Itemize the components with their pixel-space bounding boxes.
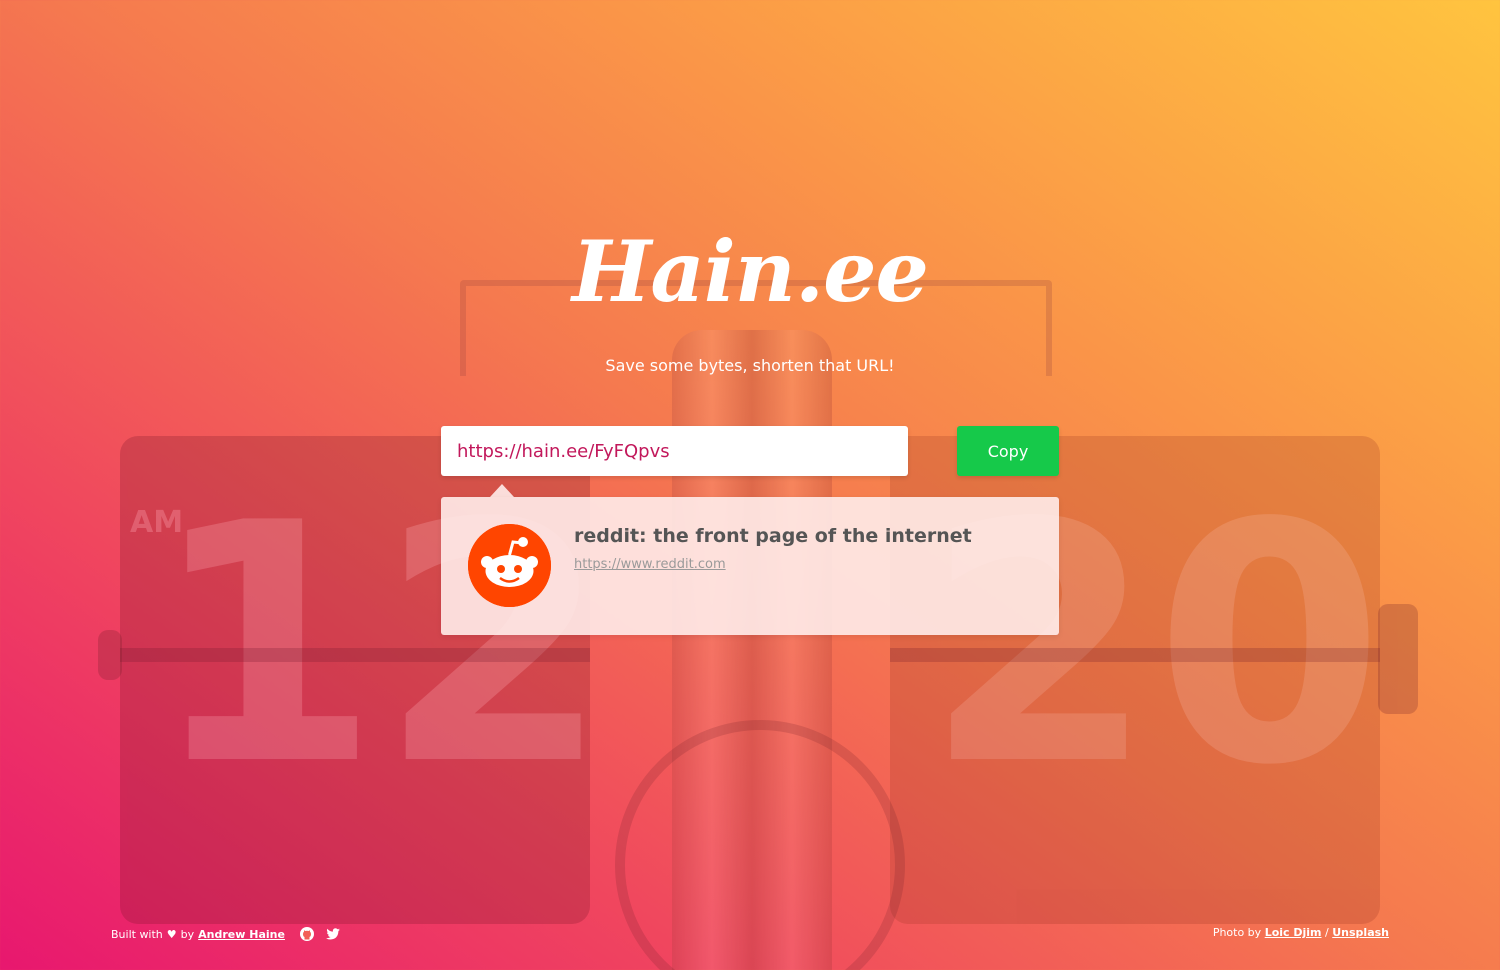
clock-divider-hours [120,648,590,662]
preview-pointer [490,484,514,497]
credit-separator: / [1325,926,1329,939]
background-photo: AM 12 20 [0,0,1500,970]
photo-by-text: Photo by [1212,926,1262,939]
unsplash-link[interactable]: Unsplash [1332,926,1389,939]
site-logo[interactable]: Hain.ee [0,222,1500,321]
by-text: by [180,927,195,941]
author-link[interactable]: Andrew Haine [198,928,285,941]
clock-am-label: AM [130,505,184,540]
tagline: Save some bytes, shorten that URL! [605,356,895,375]
reddit-icon [468,524,551,607]
clock-divider-minutes [890,648,1380,662]
link-preview-card: reddit: the front page of the internet h… [441,497,1059,635]
twitter-icon[interactable] [325,926,341,942]
preview-url-link[interactable]: https://www.reddit.com [574,557,726,572]
photo-credit: Photo by Loic Djim / Unsplash [1213,926,1389,939]
clock-knob-right [1378,604,1418,714]
github-icon[interactable] [299,926,315,942]
short-url-field[interactable] [441,426,908,476]
copy-button[interactable]: Copy [957,426,1059,476]
footer-credits: Built with ♥ by Andrew Haine [111,926,341,942]
photographer-link[interactable]: Loic Djim [1265,926,1322,939]
heart-icon: ♥ [166,927,177,941]
clock-knob-left [98,630,122,680]
clock-ring [615,720,905,970]
built-with-text: Built with [111,927,163,941]
preview-title[interactable]: reddit: the front page of the internet [574,525,972,547]
